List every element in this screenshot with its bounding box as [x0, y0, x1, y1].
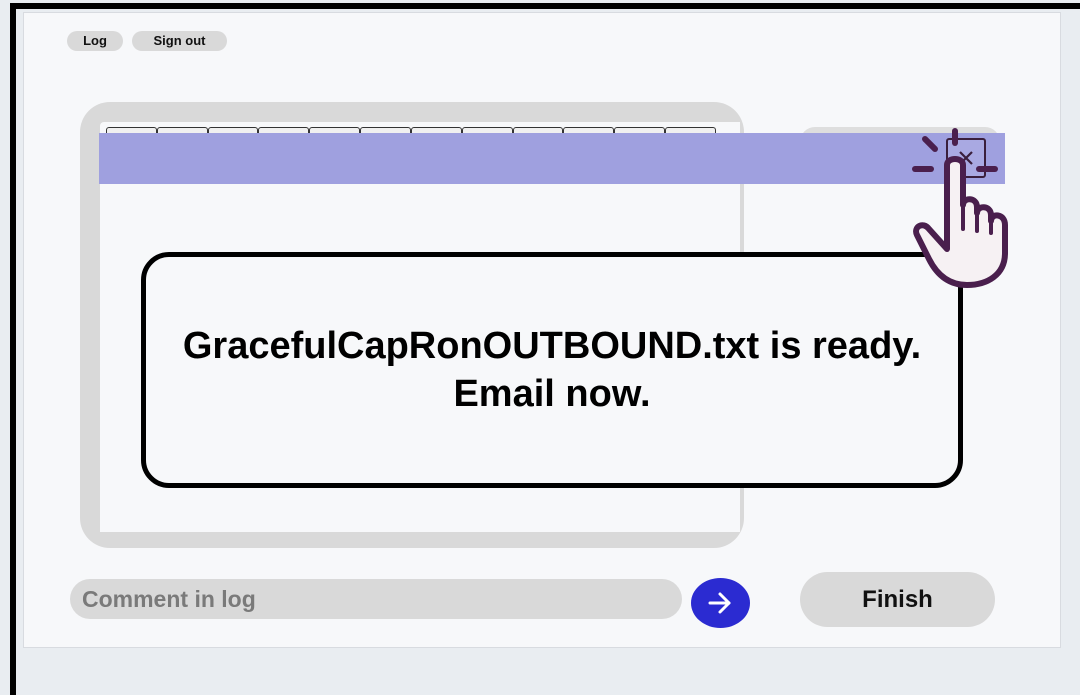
sign-out-button[interactable]: Sign out: [132, 31, 227, 51]
hand-pointer-icon: [912, 128, 1008, 288]
finish-button[interactable]: Finish: [800, 572, 995, 627]
dialog-message: GracefulCapRonOUTBOUND.txt is ready. Ema…: [182, 325, 922, 415]
log-button[interactable]: Log: [67, 31, 123, 51]
send-button[interactable]: [691, 578, 750, 628]
notification-dialog: GracefulCapRonOUTBOUND.txt is ready. Ema…: [141, 252, 963, 488]
arrow-right-icon: [708, 592, 731, 614]
comment-input[interactable]: [70, 579, 682, 619]
popup-title-bar: [99, 133, 1005, 184]
